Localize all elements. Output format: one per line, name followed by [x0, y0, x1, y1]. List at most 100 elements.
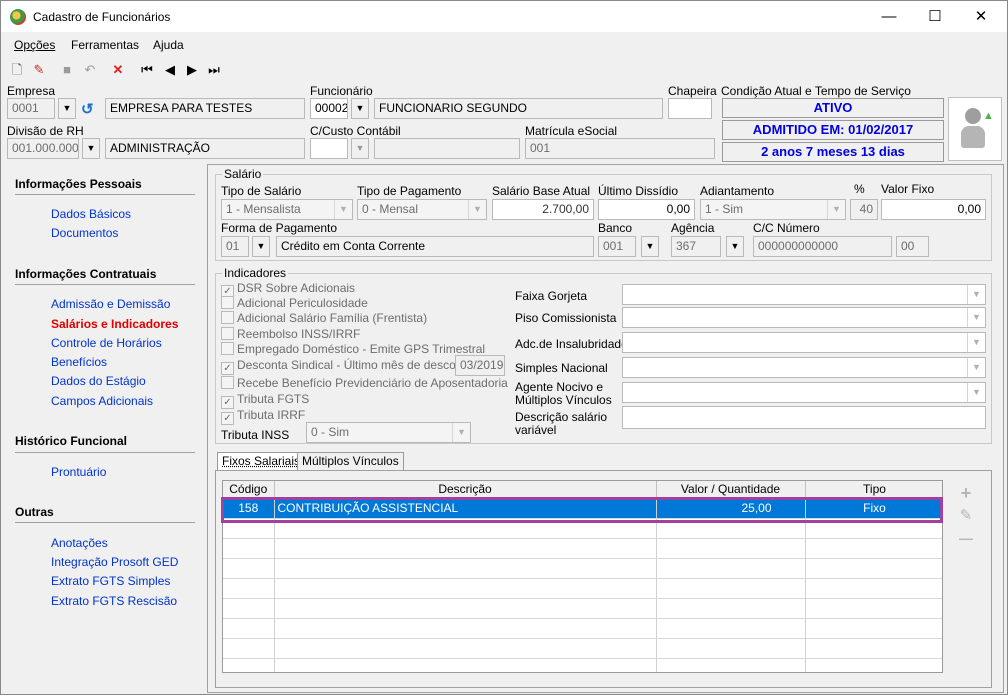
- adiantamento-select[interactable]: 1 - Sim ▼: [700, 199, 846, 220]
- agente-nocivo-select[interactable]: ▼: [622, 382, 986, 403]
- undo-icon[interactable]: ↶: [81, 61, 99, 79]
- nav-divider: [15, 194, 195, 195]
- table-row[interactable]: [223, 598, 942, 619]
- checkbox-box[interactable]: [221, 311, 234, 324]
- checkbox-box[interactable]: [221, 342, 234, 355]
- nav-admissao[interactable]: Admissão e Demissão: [51, 297, 170, 311]
- sindical-month-field[interactable]: 03/2019: [455, 355, 505, 376]
- agencia-dropdown[interactable]: ▼: [726, 236, 744, 257]
- menu-opcoes[interactable]: Opções: [14, 38, 55, 52]
- agencia-field[interactable]: 367: [671, 236, 721, 257]
- minimize-button[interactable]: —: [866, 1, 912, 32]
- empresa-dropdown[interactable]: ▼: [58, 98, 76, 119]
- banco-field[interactable]: 001: [598, 236, 636, 257]
- col-tipo[interactable]: Tipo: [805, 481, 942, 499]
- close-button[interactable]: ✕: [958, 1, 1004, 32]
- menu-ajuda[interactable]: Ajuda: [153, 38, 184, 52]
- table-row[interactable]: [223, 578, 942, 599]
- divisao-label: Divisão de RH: [7, 124, 84, 138]
- remove-icon[interactable]: —: [957, 529, 975, 547]
- simples-nacional-select[interactable]: ▼: [622, 357, 986, 378]
- nav-ged[interactable]: Integração Prosoft GED: [51, 555, 178, 569]
- banco-dropdown[interactable]: ▼: [641, 236, 659, 257]
- nav-horarios[interactable]: Controle de Horários: [51, 336, 162, 350]
- tab-fixos-salariais[interactable]: Fixos Salariais: [217, 452, 306, 472]
- checkbox-box[interactable]: ✓: [221, 362, 234, 375]
- descricao-variavel-field[interactable]: [622, 406, 986, 429]
- forma-code-field[interactable]: 01: [221, 236, 249, 257]
- nav-anotacoes[interactable]: Anotações: [51, 536, 108, 550]
- nav-beneficios[interactable]: Benefícios: [51, 355, 107, 369]
- edit-icon[interactable]: ✎: [30, 61, 48, 79]
- domestico-checkbox[interactable]: Empregado Doméstico - Emite GPS Trimestr…: [221, 342, 485, 356]
- forma-dropdown[interactable]: ▼: [252, 236, 270, 257]
- menu-ferramentas[interactable]: Ferramentas: [71, 38, 139, 52]
- checkbox-box[interactable]: ✓: [221, 412, 234, 425]
- matricula-field[interactable]: 001: [525, 138, 715, 159]
- new-icon[interactable]: 🗋: [8, 61, 26, 79]
- funcionario-code-field[interactable]: 00002: [310, 98, 348, 119]
- add-icon[interactable]: +: [957, 484, 975, 502]
- custo-dropdown[interactable]: ▼: [351, 138, 369, 159]
- nav-dados-basicos[interactable]: Dados Básicos: [51, 207, 131, 221]
- chapeira-field[interactable]: [668, 98, 712, 119]
- empresa-code-field[interactable]: 0001: [7, 98, 55, 119]
- salario-familia-checkbox[interactable]: Adicional Salário Família (Frentista): [221, 311, 427, 325]
- prev-record-icon[interactable]: ◀: [161, 61, 179, 79]
- periculosidade-checkbox[interactable]: Adicional Periculosidade: [221, 296, 368, 310]
- nav-documentos[interactable]: Documentos: [51, 226, 118, 240]
- col-descricao[interactable]: Descrição: [274, 481, 657, 499]
- table-row[interactable]: [223, 558, 942, 579]
- checkbox-box[interactable]: [221, 296, 234, 309]
- tributa-irrf-checkbox[interactable]: ✓ Tributa IRRF: [221, 408, 305, 425]
- edit-row-icon[interactable]: ✎: [957, 507, 975, 525]
- save-icon[interactable]: ■: [58, 61, 76, 79]
- checkbox-box[interactable]: [221, 327, 234, 340]
- main-window: Cadastro de Funcionários — ☐ ✕ Opções Fe…: [0, 0, 1008, 695]
- cc-numero-field[interactable]: 000000000000: [753, 236, 892, 257]
- divisao-code-field[interactable]: 001.000.000: [7, 138, 79, 159]
- nav-fgts-rescisao[interactable]: Extrato FGTS Rescisão: [51, 594, 177, 608]
- aposentadoria-checkbox[interactable]: Recebe Benefício Previdenciário de Apose…: [221, 376, 508, 390]
- tab-multiplos-vinculos[interactable]: Múltiplos Vínculos: [297, 452, 404, 471]
- col-codigo[interactable]: Código: [223, 481, 275, 499]
- nav-fgts-simples[interactable]: Extrato FGTS Simples: [51, 574, 170, 588]
- sindical-checkbox[interactable]: ✓ Desconta Sindical - Último mês de desco…: [221, 358, 472, 375]
- piso-comissionista-select[interactable]: ▼: [622, 307, 986, 328]
- ultimo-dissidio-field[interactable]: 0,00: [598, 199, 695, 220]
- insalubridade-select[interactable]: ▼: [622, 332, 986, 353]
- link-icon[interactable]: ↺: [81, 100, 101, 118]
- last-record-icon[interactable]: ⏭: [205, 61, 223, 79]
- nav-salarios[interactable]: Salários e Indicadores: [51, 317, 178, 331]
- table-row[interactable]: [223, 658, 942, 672]
- table-row[interactable]: [223, 638, 942, 659]
- maximize-button[interactable]: ☐: [912, 1, 958, 32]
- reembolso-checkbox[interactable]: Reembolso INSS/IRRF: [221, 327, 360, 341]
- cc-numero-label: C/C Número: [753, 221, 820, 235]
- checkbox-box[interactable]: [221, 376, 234, 389]
- valor-fixo-field[interactable]: 0,00: [881, 199, 986, 220]
- funcionario-dropdown[interactable]: ▼: [351, 98, 369, 119]
- nav-campos[interactable]: Campos Adicionais: [51, 394, 153, 408]
- table-row[interactable]: [223, 518, 942, 539]
- nav-estagio[interactable]: Dados do Estágio: [51, 374, 146, 388]
- delete-icon[interactable]: ✕: [109, 61, 127, 79]
- tributa-fgts-checkbox[interactable]: ✓ Tributa FGTS: [221, 392, 309, 409]
- faixa-gorjeta-select[interactable]: ▼: [622, 284, 986, 305]
- next-record-icon[interactable]: ▶: [183, 61, 201, 79]
- tipo-salario-select[interactable]: 1 - Mensalista ▼: [221, 199, 353, 220]
- table-row[interactable]: [223, 618, 942, 639]
- percent-field[interactable]: 40: [850, 199, 878, 220]
- first-record-icon[interactable]: ⏮: [138, 61, 156, 79]
- col-valor[interactable]: Valor / Quantidade: [656, 481, 806, 499]
- tributa-inss-select[interactable]: 0 - Sim ▼: [306, 422, 471, 443]
- custo-code-field[interactable]: [310, 138, 348, 159]
- table-row[interactable]: 158 CONTRIBUIÇÃO ASSISTENCIAL 25,00 Fixo: [223, 498, 942, 519]
- cc-dv-field[interactable]: 00: [896, 236, 929, 257]
- nav-prontuario[interactable]: Prontuário: [51, 465, 106, 479]
- table-row[interactable]: [223, 538, 942, 559]
- divisao-dropdown[interactable]: ▼: [82, 138, 100, 159]
- tipo-pagamento-select[interactable]: 0 - Mensal ▼: [357, 199, 487, 220]
- salario-base-field[interactable]: 2.700,00: [492, 199, 594, 220]
- forma-pagamento-label: Forma de Pagamento: [221, 221, 338, 235]
